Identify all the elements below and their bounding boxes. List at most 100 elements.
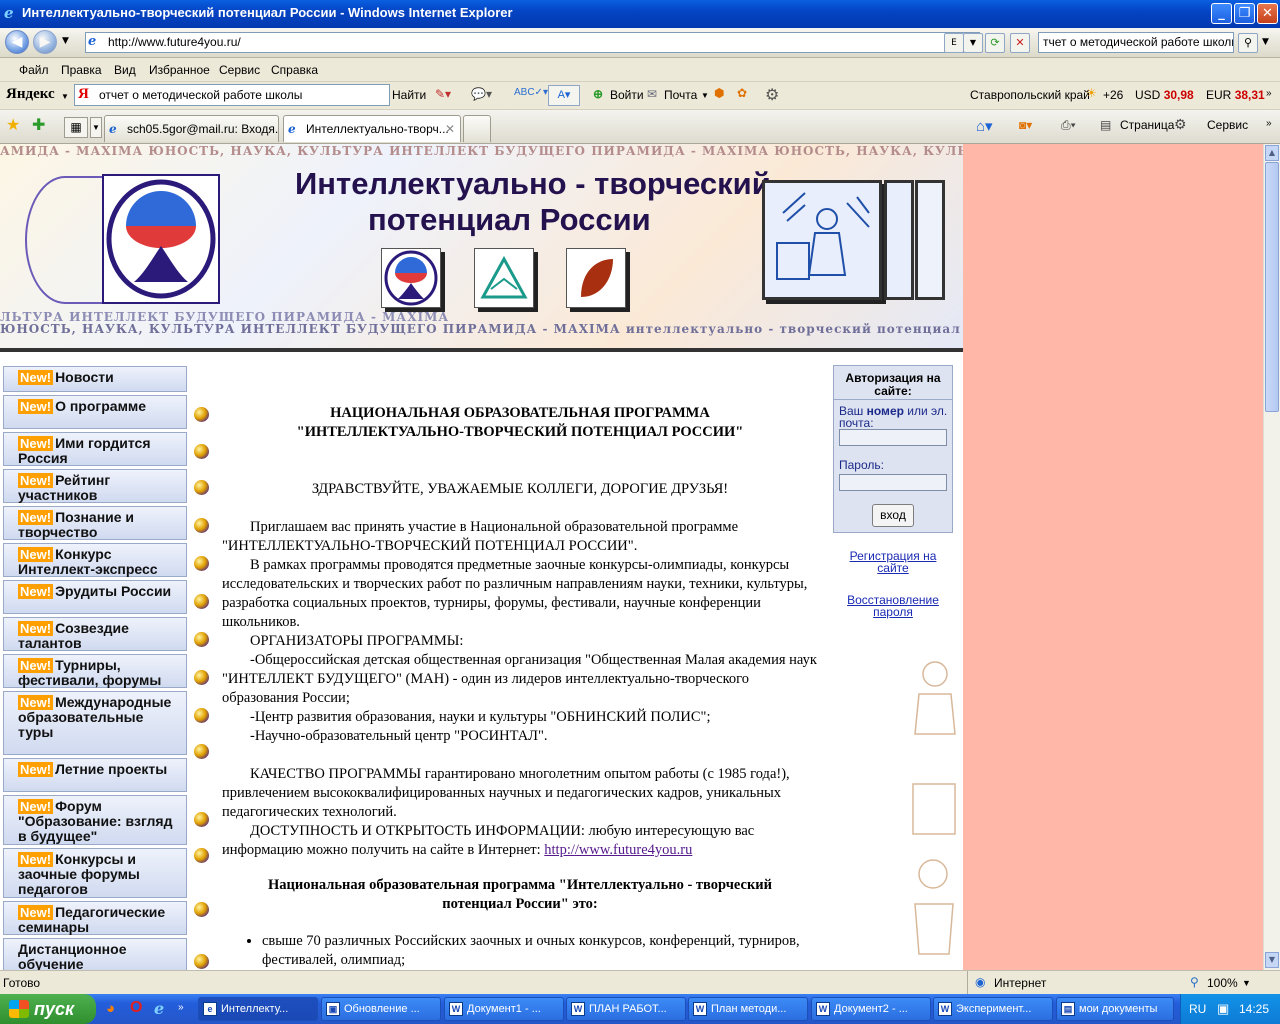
scroll-up-icon[interactable]: ▲ [1265, 145, 1279, 161]
sidebar-item[interactable]: New! Конкурс Интеллект-экспресс [3, 543, 187, 577]
commandbar-more-icon[interactable]: » [1266, 118, 1272, 129]
forward-button[interactable]: ▶ [33, 30, 57, 54]
sidebar-item[interactable]: New! Эрудиты России [3, 580, 187, 614]
sidebar-item[interactable]: New! Ими гордится Россия [3, 432, 187, 466]
print-icon[interactable]: ⎙▾ [1061, 118, 1076, 133]
search-dropdown-icon[interactable]: ▼ [1262, 37, 1269, 47]
taskbar-item[interactable]: e Интеллекту... [198, 997, 318, 1021]
yandex-logo[interactable]: Яндекс [6, 86, 55, 103]
minimize-button[interactable]: _ [1211, 3, 1232, 24]
emblem-man-icon[interactable] [381, 248, 441, 308]
yandex-dropdown-icon[interactable]: ▼ [61, 92, 69, 101]
security-zone[interactable]: Интернет [994, 976, 1046, 990]
sidebar-item[interactable]: New! Педагогические семинары [3, 901, 187, 935]
close-button[interactable]: ✕ [1257, 3, 1278, 24]
compat-icon[interactable]: E [944, 33, 964, 53]
sidebar-item[interactable]: New! Рейтинг участников [3, 469, 187, 503]
sidebar-item[interactable]: New! Летние проекты [3, 758, 187, 792]
emblem-pyramid-icon[interactable] [474, 248, 534, 308]
password-input[interactable] [839, 474, 947, 491]
page-menu-button[interactable]: Страница [1120, 118, 1174, 132]
zoom-dropdown-icon[interactable]: ▼ [1242, 978, 1251, 988]
site-logo[interactable] [102, 174, 220, 304]
menu-tools[interactable]: Сервис [219, 63, 260, 77]
mail-dropdown-icon[interactable]: ▼ [701, 91, 709, 100]
tab-future4you[interactable]: e Интеллектуально-творч... ✕ [283, 115, 461, 142]
new-tab-button[interactable] [463, 115, 491, 142]
usd-rate[interactable]: USD 30,98 [1135, 88, 1194, 102]
back-button[interactable]: ◀ [5, 30, 29, 54]
sidebar-item[interactable]: New! Турниры, фестивали, форумы [3, 654, 187, 688]
menu-help[interactable]: Справка [271, 63, 318, 77]
taskbar-item[interactable]: W Эксперимент... [933, 997, 1053, 1021]
taskbar-item[interactable]: ▣ Обновление ... [321, 997, 441, 1021]
tab-close-icon[interactable]: ✕ [445, 122, 455, 136]
firefox-icon[interactable]: ◕ [106, 1000, 115, 1017]
menu-favorites[interactable]: Избранное [149, 63, 210, 77]
marker-icon[interactable]: ✎▾ [435, 87, 451, 101]
sidebar-item[interactable]: Дистанционное обучение [3, 938, 187, 970]
scroll-thumb[interactable] [1265, 162, 1279, 412]
sidebar-item[interactable]: New! Созвездие талантов [3, 617, 187, 651]
yandex-search-input[interactable]: отчет о методической работе школы [74, 84, 390, 106]
feeds-icon[interactable]: ◙▾ [1019, 118, 1032, 132]
eur-rate[interactable]: EUR 38,31 [1206, 88, 1265, 102]
tab-mail[interactable]: e sch05.5gor@mail.ru: Входя... [104, 115, 279, 142]
translate-icon[interactable]: A▾ [548, 85, 580, 106]
emblem-leaf-icon[interactable] [566, 248, 626, 308]
scroll-down-icon[interactable]: ▼ [1265, 952, 1279, 968]
yandex-mail-button[interactable]: Почта [664, 88, 697, 102]
quicklaunch-more-icon[interactable]: » [178, 1002, 184, 1013]
url-dropdown-icon[interactable]: ▼ [963, 33, 983, 53]
vertical-scrollbar[interactable]: ▲ ▼ [1263, 144, 1280, 970]
spellcheck-icon[interactable]: ABC✓▾ [514, 87, 548, 98]
quick-tabs-icon[interactable]: ▦ [64, 117, 88, 138]
search-input[interactable]: тчет о методической работе школы [1038, 32, 1234, 53]
favorites-add-icon[interactable]: ✿ [737, 86, 747, 100]
refresh-icon[interactable]: ⟳ [985, 33, 1005, 53]
menu-view[interactable]: Вид [114, 63, 136, 77]
add-favorite-icon[interactable]: ✚ [32, 115, 45, 135]
sidebar-item[interactable]: New! Международные образовательные туры [3, 691, 187, 755]
weather-temp[interactable]: +26 [1103, 88, 1123, 102]
taskbar-item[interactable]: ▤ мои документы [1056, 997, 1174, 1021]
sidebar-item[interactable]: New! Конкурсы и заочные форумы педагогов [3, 848, 187, 898]
menu-edit[interactable]: Правка [61, 63, 102, 77]
clock[interactable]: 14:25 [1239, 1002, 1269, 1016]
yandex-login-button[interactable]: Войти [610, 88, 644, 102]
home-icon[interactable]: ⌂▾ [976, 117, 993, 135]
taskbar-item[interactable]: W Документ2 - ... [811, 997, 931, 1021]
opera-icon[interactable]: O [130, 999, 142, 1017]
sidebar-item[interactable]: New! Новости [3, 366, 187, 392]
register-link[interactable]: Регистрация на сайте [846, 550, 940, 574]
favorites-star-icon[interactable]: ★ [6, 115, 20, 135]
taskbar-item[interactable]: W ПЛАН РАБОТ... [566, 997, 686, 1021]
tools-menu-button[interactable]: Сервис [1207, 118, 1248, 132]
chevron-more-icon[interactable]: » [1266, 88, 1272, 99]
zoom-level[interactable]: 100% [1207, 976, 1238, 990]
site-link[interactable]: http://www.future4you.ru [544, 842, 692, 858]
history-dropdown-icon[interactable]: ▼ [62, 36, 69, 46]
sidebar-item[interactable]: New! Форум "Образование: взгляд в будущее… [3, 795, 187, 845]
sidebar-item[interactable]: New! О программе [3, 395, 187, 429]
taskbar-item[interactable]: W Документ1 - ... [444, 997, 564, 1021]
login-input[interactable] [839, 429, 947, 446]
taskbar-item[interactable]: W План методи... [688, 997, 808, 1021]
start-button[interactable]: пуск [0, 994, 96, 1024]
menu-file[interactable]: Файл [19, 63, 49, 77]
login-submit-button[interactable]: вход [872, 504, 914, 527]
maximize-button[interactable]: ❐ [1234, 3, 1255, 24]
url-input[interactable]: http://www.future4you.ru/ [85, 32, 980, 53]
sidebar-item[interactable]: New! Познание и творчество [3, 506, 187, 540]
tab-list-dropdown-icon[interactable]: ▼ [90, 117, 102, 138]
yandex-find-button[interactable]: Найти [392, 88, 426, 102]
language-indicator[interactable]: RU [1189, 1002, 1206, 1016]
stop-icon[interactable]: ✕ [1010, 33, 1030, 53]
bookmarks-icon[interactable]: ⬢ [714, 86, 724, 100]
settings-gear-icon[interactable]: ⚙ [765, 85, 779, 105]
search-icon[interactable]: ⚲ [1238, 33, 1258, 53]
region-label[interactable]: Ставропольский край [970, 88, 1090, 102]
tray-app-icon[interactable]: ▣ [1217, 1001, 1229, 1017]
comment-icon[interactable]: 💬▾ [471, 87, 492, 101]
ie-quicklaunch-icon[interactable]: e [154, 999, 164, 1018]
